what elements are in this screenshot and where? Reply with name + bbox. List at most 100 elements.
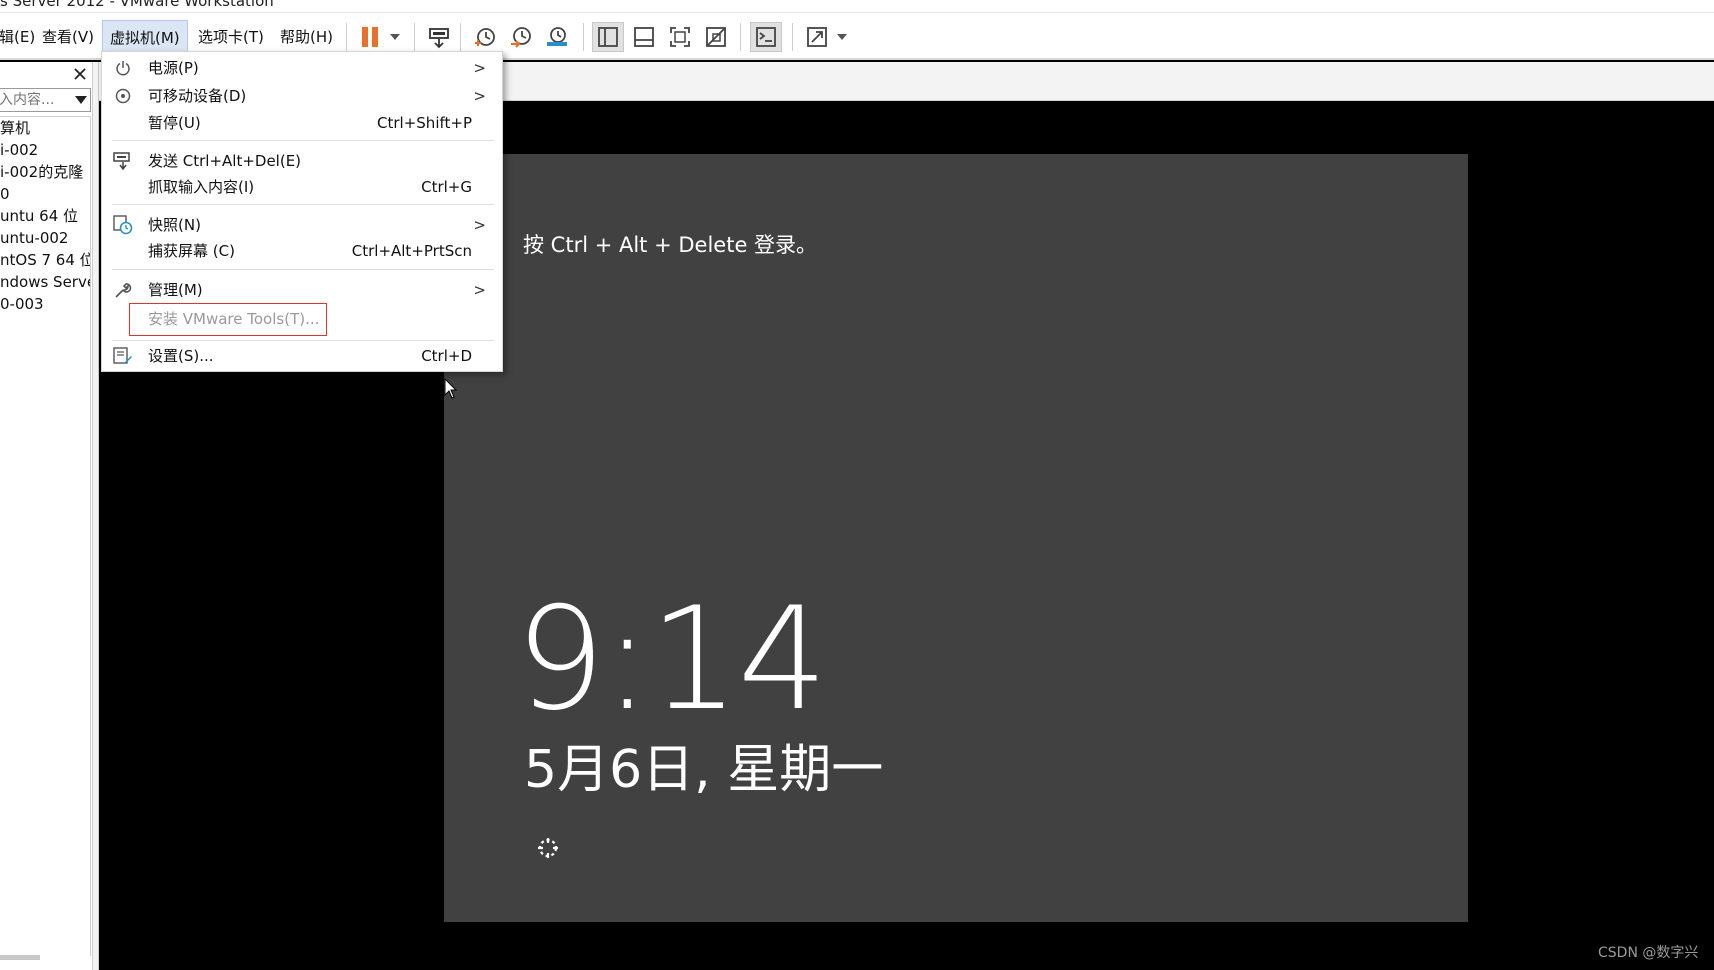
vm-library-tree: 算机 i-002 i-002的克隆 0 untu 64 位 untu-002 n… [0,116,91,956]
menu-item-shortcut: Ctrl+G [421,178,472,196]
window-title: s Server 2012 - VMware Workstation [0,0,274,10]
login-hint-text: 按 Ctrl + Alt + Delete 登录。 [523,233,818,257]
sidebar-close-button[interactable] [70,64,90,84]
removable-device-icon [112,85,134,107]
menu-item-manage[interactable]: 管理(M) > [102,277,502,303]
menu-item-label: 抓取输入内容(I) [148,178,255,196]
chevron-down-icon [390,34,400,40]
menu-item-shortcut: Ctrl+Shift+P [377,114,472,132]
menu-item-power[interactable]: 电源(P) > [102,55,502,81]
wrench-icon [112,279,134,301]
menu-item-grab-input[interactable]: 抓取输入内容(I) Ctrl+G [102,174,502,200]
chevron-right-icon: > [473,59,486,77]
full-screen-button[interactable] [664,22,696,52]
settings-icon [112,345,134,367]
pause-button[interactable] [354,22,386,52]
menu-vm[interactable]: 虚拟机(M) [102,20,188,54]
tree-item[interactable]: i-002 [0,139,90,161]
tree-item[interactable]: ntOS 7 64 位 [0,249,90,271]
full-screen-icon [670,27,690,47]
tree-item[interactable]: 0-003 [0,293,90,315]
watermark: CSDN @数字兴 [1598,945,1699,961]
library-search-input[interactable] [0,89,73,111]
menu-item-send-ctrl-alt-del[interactable]: 发送 Ctrl+Alt+Del(E) [102,148,502,174]
unity-icon [706,27,726,47]
menu-item-snapshot[interactable]: 快照(N) > [102,212,502,238]
revert-snapshot-icon [511,27,531,48]
menu-separator [112,340,494,341]
unity-button[interactable] [700,22,732,52]
take-snapshot-button[interactable] [469,22,501,52]
menu-item-shortcut: Ctrl+Alt+PrtScn [351,242,472,260]
vm-console-screen[interactable]: 按 Ctrl + Alt + Delete 登录。 9:14 5月6日, 星期一 [444,154,1468,922]
menu-help[interactable]: 帮助(H) [273,20,340,54]
send-ctrl-alt-del-button[interactable] [423,22,455,52]
toolbar-separator [792,23,793,51]
tree-item[interactable]: 0 [0,183,90,205]
menu-item-label: 暂停(U) [148,114,201,132]
ease-of-access-icon[interactable] [534,834,562,862]
console-view-button[interactable] [750,22,782,52]
tree-item[interactable]: 算机 [0,117,90,139]
toolbar-separator [740,23,741,51]
show-library-button[interactable] [592,22,624,52]
console-view-icon [756,27,776,47]
chevron-right-icon: > [473,87,486,105]
mouse-cursor-icon [444,378,458,399]
menu-separator [112,140,494,141]
menu-item-label: 捕获屏幕 (C) [148,242,235,260]
menu-tabs[interactable]: 选项卡(T) [191,20,271,54]
chevron-down-icon [837,34,847,40]
chevron-down-icon[interactable] [74,95,88,105]
sidebar-splitter[interactable] [93,62,99,970]
tree-item[interactable]: untu-002 [0,227,90,249]
lock-screen-date: 5月6日, 星期一 [524,740,884,800]
revert-snapshot-button[interactable] [505,22,537,52]
library-search-box[interactable] [0,88,91,112]
menu-item-label: 电源(P) [148,59,199,77]
snapshot-icon [112,214,134,236]
thumbnail-bar-icon [634,27,654,47]
menu-item-label: 管理(M) [148,281,203,299]
send-keys-icon [112,150,134,172]
tree-item[interactable]: untu 64 位 [0,205,90,227]
menu-item-removable-devices[interactable]: 可移动设备(D) > [102,83,502,109]
toolbar-separator [583,23,584,51]
take-snapshot-icon [475,28,495,46]
sidebar-horizontal-scrollbar[interactable] [0,955,40,960]
send-ctrl-alt-del-icon [429,28,449,49]
menu-item-pause[interactable]: 暂停(U) Ctrl+Shift+P [102,110,502,136]
menu-item-shortcut: Ctrl+D [421,347,472,365]
show-library-icon [598,27,618,47]
menu-item-label: 发送 Ctrl+Alt+Del(E) [148,152,302,170]
library-sidebar: 算机 i-002 i-002的克隆 0 untu 64 位 untu-002 n… [0,62,93,970]
stretch-guest-icon [807,27,827,47]
window-title-bar: s Server 2012 - VMware Workstation [0,0,1714,13]
close-icon [74,68,86,80]
snapshot-manager-button[interactable] [541,22,573,52]
chevron-right-icon: > [473,216,486,234]
menu-item-capture-screen[interactable]: 捕获屏幕 (C) Ctrl+Alt+PrtScn [102,238,502,264]
pause-icon [362,27,378,47]
chevron-right-icon: > [473,281,486,299]
vm-dropdown-menu: 电源(P) > 可移动设备(D) > 暂停(U) Ctrl+Shift+P 发送… [101,51,503,372]
menu-view[interactable]: 查看(V) [35,20,101,54]
lock-screen-time: 9:14 [515,577,828,742]
tree-item[interactable]: i-002的克隆 [0,161,90,183]
menu-item-settings[interactable]: 设置(S)... Ctrl+D [102,343,502,369]
toolbar-separator [346,23,347,51]
power-icon [112,57,134,79]
toolbar-separator [414,23,415,51]
menu-item-label: 快照(N) [148,216,201,234]
menu-separator [112,269,494,270]
snapshot-manager-icon [547,27,567,46]
tree-item[interactable]: ndows Server [0,271,90,293]
menu-item-label: 设置(S)... [148,347,214,365]
pause-dropdown[interactable] [388,22,402,52]
menu-item-label: 可移动设备(D) [148,87,247,105]
thumbnail-bar-button[interactable] [628,22,660,52]
stretch-guest-button[interactable] [801,22,833,52]
toolbar-separator [460,23,461,51]
stretch-guest-dropdown[interactable] [835,22,849,52]
annotation-highlight-box [129,303,327,336]
